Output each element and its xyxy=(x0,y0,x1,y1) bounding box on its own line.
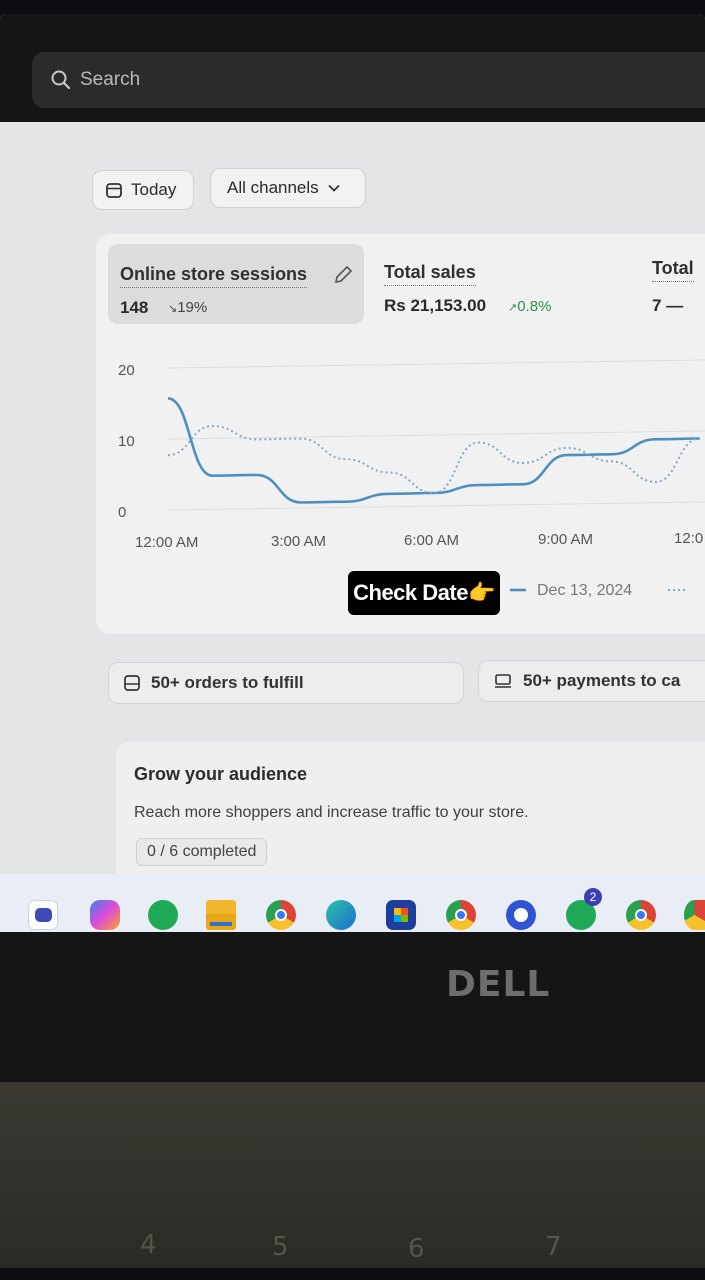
chrome-icon[interactable] xyxy=(626,900,656,930)
grow-title: Grow your audience xyxy=(134,764,308,784)
laptop-bezel: DELL xyxy=(0,932,705,1082)
grow-audience-card[interactable]: Grow your audience Reach more shoppers a… xyxy=(116,742,705,892)
key-label: 5 xyxy=(272,1232,289,1262)
laptop-keyboard: 4 5 6 7 xyxy=(0,1082,705,1268)
x-tick-label: 12:00 AM xyxy=(135,534,198,551)
payments-to-capture-button[interactable]: 50+ payments to ca xyxy=(478,660,705,702)
chrome-icon[interactable] xyxy=(684,900,705,930)
windows-taskbar: 2 xyxy=(0,874,705,932)
x-tick-label: 3:00 AM xyxy=(271,533,326,550)
notification-badge: 2 xyxy=(584,888,602,906)
orders-label: 50+ orders to fulfill xyxy=(151,673,304,692)
gridline xyxy=(167,501,705,511)
key-label: 7 xyxy=(545,1232,562,1262)
y-tick-label: 0 xyxy=(118,504,126,521)
y-tick-label: 10 xyxy=(118,433,135,450)
primary-series-line xyxy=(167,397,701,504)
key-label: 6 xyxy=(408,1234,425,1264)
cash-icon xyxy=(495,674,511,688)
y-tick-label: 20 xyxy=(118,362,135,379)
chrome-icon[interactable] xyxy=(266,900,296,930)
chrome-profile-icon[interactable] xyxy=(506,900,536,930)
sessions-line-chart: 20 10 0 12:00 AM 3:00 AM 6:00 AM 9:00 AM 12:0 De… xyxy=(118,359,705,599)
whatsapp-icon[interactable] xyxy=(148,900,178,930)
edge-icon[interactable] xyxy=(326,900,356,930)
x-tick-label: 9:00 AM xyxy=(538,531,593,548)
meet-icon[interactable] xyxy=(28,900,58,930)
copilot-icon[interactable] xyxy=(90,900,120,930)
grow-description: Reach more shoppers and increase traffic… xyxy=(134,804,529,821)
x-tick-label: 6:00 AM xyxy=(404,532,459,549)
brand-logo: DELL xyxy=(446,964,551,1005)
key-label: 4 xyxy=(140,1230,157,1260)
legend-label: Dec 13, 2024 xyxy=(537,582,632,599)
file-explorer-icon[interactable] xyxy=(206,900,236,930)
whatsapp-icon[interactable]: 2 xyxy=(566,888,602,930)
comparison-series-line xyxy=(167,424,701,495)
check-date-sticker: Check Date👉 xyxy=(348,571,500,615)
store-icon[interactable] xyxy=(386,900,416,930)
payments-label: 50+ payments to ca xyxy=(523,671,681,690)
gridline xyxy=(167,359,705,369)
gridline xyxy=(167,430,705,440)
x-tick-label: 12:0 xyxy=(674,530,703,547)
chrome-icon[interactable] xyxy=(446,900,476,930)
orders-to-fulfill-button[interactable]: 50+ orders to fulfill xyxy=(108,662,464,704)
progress-badge: 0 / 6 completed xyxy=(136,838,268,866)
inbox-icon xyxy=(124,675,140,691)
